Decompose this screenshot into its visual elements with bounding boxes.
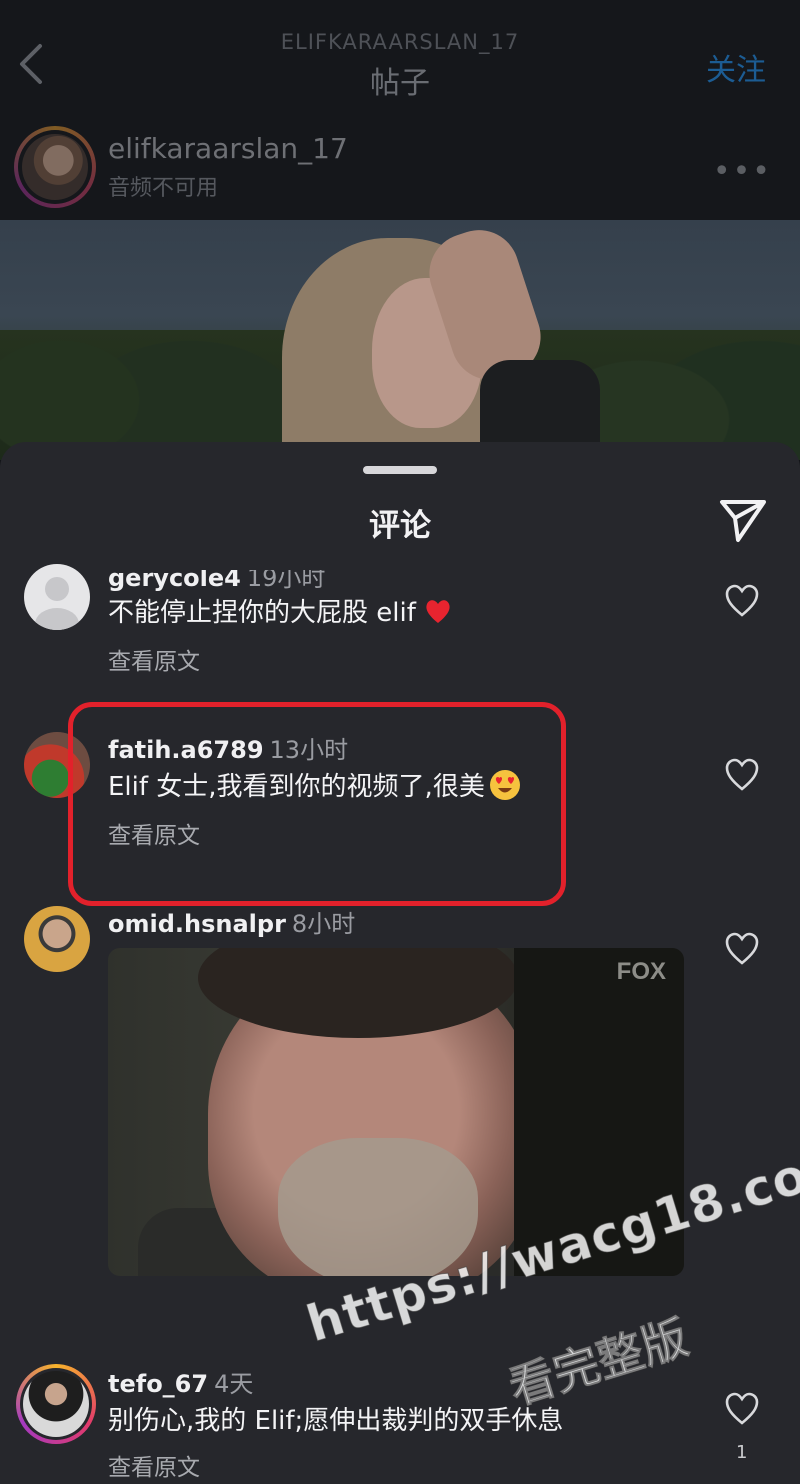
page-title: 帖子 <box>370 66 430 101</box>
commenter-avatar[interactable] <box>24 906 90 972</box>
like-heart-icon[interactable] <box>724 932 760 966</box>
fox-logo: FOX <box>616 958 666 985</box>
post-image[interactable] <box>0 220 800 460</box>
comment-text: 不能停止捏你的大屁股 elif <box>108 592 452 629</box>
post-username[interactable]: elifkaraarslan_17 <box>108 132 348 165</box>
comments-title: 评论 <box>369 508 431 544</box>
commenter-avatar <box>23 1371 89 1437</box>
see-translation-link[interactable]: 查看原文 <box>108 642 200 676</box>
comment-time: 19小时 <box>246 564 326 592</box>
like-heart-icon[interactable] <box>724 758 760 792</box>
comment-time: 4天 <box>214 1370 254 1398</box>
like-count: 1 <box>736 1442 748 1463</box>
comment-text-body: 不能停止捏你的大屁股 elif <box>108 598 416 628</box>
sheet-grabber[interactable] <box>363 466 437 474</box>
default-avatar-icon <box>35 577 79 630</box>
header-handle: ELIFKARAARSLAN_17 <box>280 30 520 54</box>
top-bar: ELIFKARAARSLAN_17 帖子 关注 <box>0 0 800 118</box>
comment-time: 8小时 <box>291 910 356 938</box>
comment-username[interactable]: gerycole4 19小时 <box>108 564 326 593</box>
username-text[interactable]: tefo_67 <box>108 1370 208 1398</box>
story-ring[interactable] <box>16 1364 96 1444</box>
like-heart-icon[interactable] <box>724 584 760 618</box>
more-options-icon[interactable]: ••• <box>713 154 772 189</box>
commenter-avatar[interactable] <box>24 564 90 630</box>
paper-plane-icon[interactable] <box>718 494 768 544</box>
see-translation-link[interactable]: 查看原文 <box>108 1448 200 1482</box>
story-ring[interactable] <box>14 126 96 208</box>
comment-username[interactable]: omid.hsnalpr 8小时 <box>108 904 355 939</box>
username-text[interactable]: omid.hsnalpr <box>108 910 286 938</box>
avatar <box>22 134 88 200</box>
follow-button[interactable]: 关注 <box>706 45 766 89</box>
post-subtitle: 音频不可用 <box>108 176 219 201</box>
comment-username[interactable]: tefo_67 4天 <box>108 1364 253 1399</box>
comment-text: 别伤心,我的 Elif;愿伸出裁判的双手休息 <box>108 1406 564 1436</box>
post-header: elifkaraarslan_17 音频不可用 ••• <box>0 118 800 220</box>
highlight-box <box>68 702 566 906</box>
red-heart-emoji-icon <box>426 600 450 623</box>
like-heart-icon[interactable] <box>724 1392 760 1426</box>
username-text[interactable]: gerycole4 <box>108 570 241 592</box>
